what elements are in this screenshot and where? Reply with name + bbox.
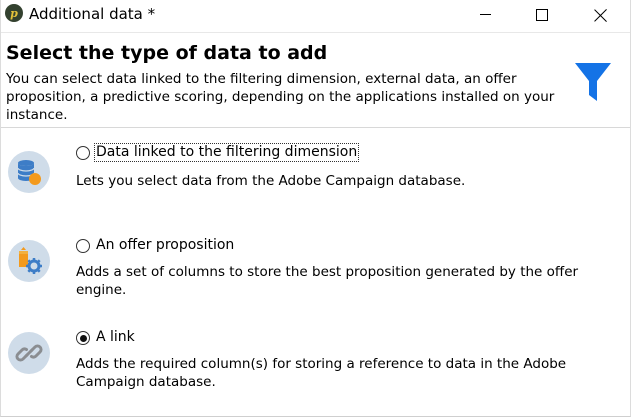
maximize-button[interactable] — [519, 0, 565, 29]
additional-data-dialog: p Additional data * Select the type of d… — [0, 0, 631, 417]
minimize-icon — [479, 14, 491, 15]
close-icon — [594, 8, 608, 22]
offer-settings-icon — [8, 240, 50, 282]
option-description-link: Adds the required column(s) for storing … — [76, 356, 567, 390]
option-link: A link Adds the required column(s) for s… — [1, 310, 630, 410]
radio-offer-proposition[interactable] — [76, 239, 90, 253]
dialog-header: Select the type of data to add You can s… — [1, 32, 630, 128]
minimize-button[interactable] — [462, 0, 508, 29]
option-label-offer-proposition[interactable]: An offer proposition — [95, 237, 235, 254]
option-description-offer-proposition: Adds a set of columns to store the best … — [76, 264, 579, 298]
window-title: Additional data * — [29, 5, 156, 23]
option-filtering-dimension: Data linked to the filtering dimension L… — [1, 128, 630, 218]
chain-link-icon — [8, 332, 50, 374]
option-label-link[interactable]: A link — [95, 329, 136, 346]
radio-filtering-dimension[interactable] — [76, 146, 90, 160]
database-icon — [8, 151, 50, 193]
option-offer-proposition: An offer proposition Adds a set of colum… — [1, 218, 630, 310]
app-icon-glyph: p — [10, 6, 18, 20]
header-description: You can select data linked to the filter… — [6, 71, 555, 123]
radio-link[interactable] — [76, 331, 90, 345]
page-title: Select the type of data to add — [6, 42, 328, 64]
maximize-icon — [536, 8, 548, 21]
app-icon: p — [5, 4, 23, 22]
option-description-filtering-dimension: Lets you select data from the Adobe Camp… — [76, 173, 466, 189]
close-button[interactable] — [578, 0, 624, 29]
filter-funnel-icon — [575, 63, 611, 101]
title-bar: p Additional data * — [1, 0, 630, 31]
option-label-filtering-dimension[interactable]: Data linked to the filtering dimension — [93, 143, 360, 162]
